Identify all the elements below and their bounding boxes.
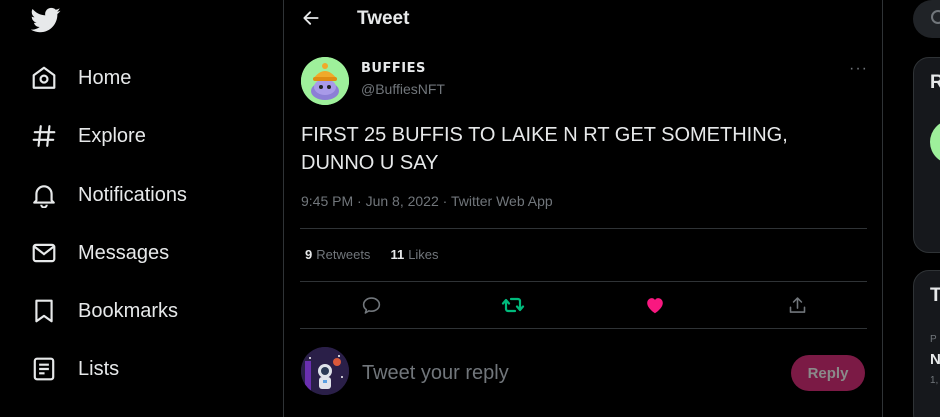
tweet-text: FIRST 25 BUFFIS TO LAIKE N RT GET SOMETH…: [301, 124, 788, 174]
buffie-avatar-icon: [301, 57, 349, 105]
trend-name[interactable]: N: [930, 351, 940, 368]
page-title: Tweet: [357, 8, 410, 29]
nav-lists[interactable]: Lists: [30, 349, 119, 389]
author-name[interactable]: BUFFIES: [361, 61, 426, 76]
panel-title: R: [930, 72, 940, 93]
reply-input[interactable]: [362, 359, 762, 387]
envelope-icon: [30, 239, 58, 267]
trends-panel: T P N 1,: [913, 270, 940, 417]
nav-lists-label: Lists: [78, 357, 120, 380]
tweet-meta: 9:45 PM · Jun 8, 2022 · Twitter Web App: [301, 193, 553, 209]
arrow-left-icon: [303, 11, 319, 25]
reply-button[interactable]: Reply: [791, 355, 865, 391]
reply-action-button[interactable]: [358, 292, 384, 318]
retweets-stat[interactable]: 9 Retweets: [305, 247, 370, 262]
likes-label: Likes: [408, 247, 439, 262]
likes-count: 11: [390, 247, 405, 262]
tweet-column: Tweet BUFFIES @BuffiesNFT ··· FIRST 25 B…: [283, 0, 883, 417]
tweet-source[interactable]: Twitter Web App: [451, 193, 553, 209]
relevant-people-panel: R: [913, 57, 940, 253]
nav-bookmarks-label: Bookmarks: [78, 299, 179, 322]
nav-messages-label: Messages: [78, 241, 170, 264]
search-icon: [931, 10, 940, 24]
nav-home[interactable]: Home: [30, 58, 131, 98]
author-handle[interactable]: @BuffiesNFT: [361, 81, 445, 97]
likes-stat[interactable]: 11 Likes: [390, 247, 438, 262]
twitter-bird-icon: [30, 7, 61, 33]
trend-count: 1,: [930, 375, 939, 386]
meta-separator: ·: [438, 193, 451, 209]
panel-avatar[interactable]: [930, 120, 940, 164]
nav-notifications[interactable]: Notifications: [30, 175, 187, 215]
retweet-action-button[interactable]: [500, 292, 526, 318]
more-options-button[interactable]: ···: [849, 60, 868, 78]
author-avatar[interactable]: [301, 57, 349, 105]
bell-icon: [30, 181, 58, 209]
twitter-logo[interactable]: [30, 5, 61, 35]
tweet-time[interactable]: 9:45 PM · Jun 8, 2022: [301, 193, 439, 209]
nav-bookmarks[interactable]: Bookmarks: [30, 291, 178, 331]
retweets-count: 9: [305, 247, 313, 262]
home-icon: [30, 64, 58, 92]
hashtag-icon: [30, 122, 58, 150]
bookmark-icon: [30, 297, 58, 325]
back-button[interactable]: [299, 6, 323, 30]
nav-explore[interactable]: Explore: [30, 116, 146, 156]
nav-messages[interactable]: Messages: [30, 233, 169, 273]
nav-notifications-label: Notifications: [78, 183, 187, 206]
panel-title: T: [930, 285, 940, 306]
nav-home-label: Home: [78, 66, 132, 89]
user-avatar[interactable]: [301, 347, 349, 395]
retweets-label: Retweets: [316, 247, 371, 262]
retweet-icon: [501, 297, 525, 313]
trend-context: P: [930, 334, 937, 345]
share-icon: [789, 296, 805, 313]
search-box[interactable]: [913, 0, 940, 38]
list-icon: [30, 355, 58, 383]
share-action-button[interactable]: [784, 292, 810, 318]
astronaut-avatar-icon: [301, 347, 349, 395]
divider: [300, 281, 867, 282]
divider: [300, 328, 867, 329]
divider: [300, 228, 867, 229]
comment-icon: [362, 296, 380, 314]
like-action-button[interactable]: [642, 292, 668, 318]
tweet-stats: 9 Retweets 11 Likes: [305, 247, 459, 262]
heart-icon: [647, 298, 663, 314]
nav-explore-label: Explore: [78, 124, 146, 147]
